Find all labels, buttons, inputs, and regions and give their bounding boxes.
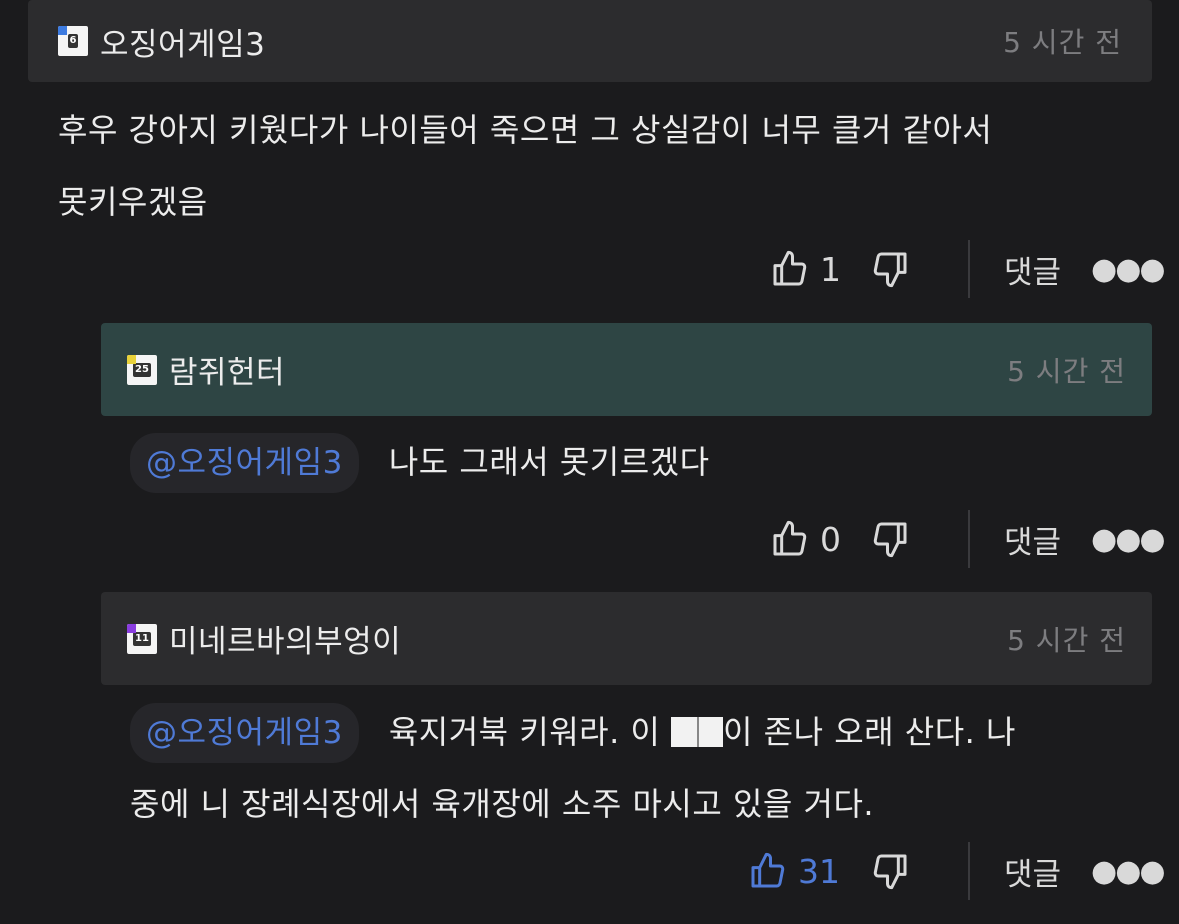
username[interactable]: 람쥐헌터 bbox=[169, 347, 285, 392]
divider bbox=[968, 510, 970, 568]
comment-header: 6 오징어게임3 5 시간 전 bbox=[28, 0, 1152, 82]
more-dots-icon[interactable]: ●●● bbox=[1091, 522, 1166, 557]
thumbs-up-icon[interactable] bbox=[748, 851, 788, 891]
reply-header: 25 람쥐헌터 5 시간 전 bbox=[101, 323, 1152, 416]
comment-text: 후우 강아지 키웠다가 나이들어 죽으면 그 상실감이 너무 클거 같아서 못키… bbox=[58, 111, 993, 221]
timestamp: 5 시간 전 bbox=[1003, 26, 1122, 59]
username[interactable]: 오징어게임3 bbox=[100, 19, 265, 64]
timestamp: 5 시간 전 bbox=[1007, 354, 1126, 388]
more-dots-icon[interactable]: ●●● bbox=[1091, 854, 1166, 889]
more-dots-icon[interactable]: ●●● bbox=[1091, 252, 1166, 287]
thumbs-down-icon[interactable] bbox=[870, 249, 910, 289]
comment-actions: 0 댓글 ●●● bbox=[770, 510, 1166, 568]
thumbs-up-icon[interactable] bbox=[770, 249, 810, 289]
level-badge: 11 bbox=[127, 623, 157, 654]
timestamp: 5 시간 전 bbox=[1007, 623, 1126, 657]
like-count: 1 bbox=[820, 249, 841, 289]
reply-button[interactable]: 댓글 bbox=[1004, 517, 1061, 562]
censored-word bbox=[671, 717, 724, 747]
like-count: 0 bbox=[820, 519, 841, 559]
reply-button[interactable]: 댓글 bbox=[1004, 247, 1061, 292]
reply-header: 11 미네르바의부엉이 5 시간 전 bbox=[101, 592, 1152, 685]
thumbs-down-icon[interactable] bbox=[870, 519, 910, 559]
thumbs-down-icon[interactable] bbox=[870, 851, 910, 891]
divider bbox=[968, 842, 970, 900]
divider bbox=[968, 240, 970, 298]
reply-button[interactable]: 댓글 bbox=[1004, 849, 1061, 894]
mention-tag[interactable]: @오징어게임3 bbox=[130, 433, 359, 493]
mention-tag[interactable]: @오징어게임3 bbox=[130, 703, 359, 763]
like-count: 31 bbox=[798, 851, 840, 891]
username[interactable]: 미네르바의부엉이 bbox=[169, 616, 401, 661]
reply-text: @오징어게임3 나도 그래서 못기르겠다 bbox=[130, 426, 1160, 498]
comment-actions: 1 댓글 ●●● bbox=[770, 240, 1166, 298]
comment-actions: 31 댓글 ●●● bbox=[748, 842, 1166, 900]
level-badge: 25 bbox=[127, 354, 157, 385]
level-badge: 6 bbox=[58, 26, 88, 56]
thumbs-up-icon[interactable] bbox=[770, 519, 810, 559]
reply-text: @오징어게임3 육지거북 키워라. 이 이 존나 오래 산다. 나 중에 니 장례… bbox=[130, 696, 1160, 840]
